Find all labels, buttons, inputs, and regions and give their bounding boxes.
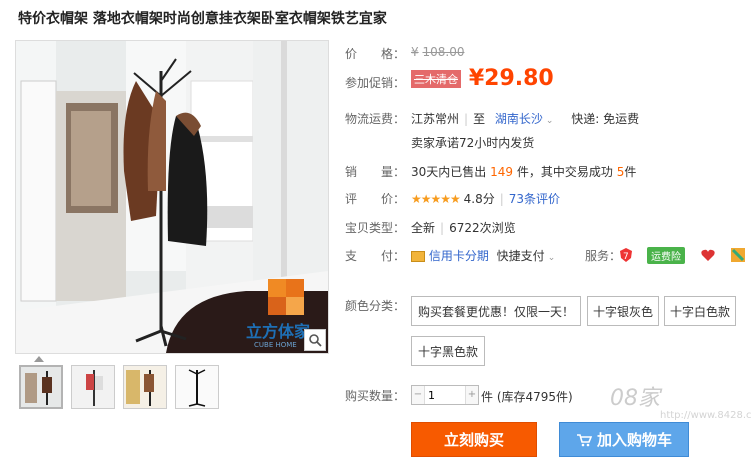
current-price: 29.80 <box>484 66 554 91</box>
type-info: 全新 | 6722次浏览 <box>411 221 516 235</box>
guarantee-icon[interactable]: 7 <box>618 247 634 266</box>
cube-logo <box>268 279 304 315</box>
badge-icon[interactable] <box>730 247 746 266</box>
stock-info: 件 (库存4795件) <box>481 390 573 404</box>
svg-text:7: 7 <box>623 252 629 262</box>
color-label: 颜色分类： <box>345 299 406 313</box>
zoom-icon[interactable] <box>304 329 326 351</box>
product-title: 特价衣帽架 落地衣帽架时尚创意挂衣架卧室衣帽架铁艺宜家 <box>18 11 387 27</box>
thumbnail-1[interactable] <box>19 365 63 409</box>
buy-now-button[interactable]: 立刻购买 <box>411 422 537 457</box>
svg-text:立方体家: 立方体家 <box>246 322 311 341</box>
rating-score: 4.8分 <box>463 192 495 206</box>
quantity-stepper: − + <box>411 385 479 405</box>
chevron-down-icon[interactable]: ⌄ <box>546 116 554 126</box>
shipping-promise: 卖家承诺72小时内发货 <box>411 136 535 150</box>
cart-icon <box>576 433 592 446</box>
color-option-silver[interactable]: 十字银灰色 <box>587 296 659 326</box>
credit-card-icon <box>411 251 425 262</box>
promo-price: 三木清仓 ¥29.80 <box>411 66 554 91</box>
sales-count: 149 <box>490 165 514 179</box>
heart-icon[interactable] <box>700 247 716 266</box>
original-price: ¥ 108.00 <box>411 45 465 59</box>
thumbnail-pointer-icon <box>34 356 44 362</box>
rating-stars: ★★★★★ <box>411 192 461 206</box>
thumbnail-4[interactable] <box>175 365 219 409</box>
quantity-input[interactable] <box>425 386 466 404</box>
quantity-label: 购买数量： <box>345 389 406 403</box>
chevron-down-icon[interactable]: ⌄ <box>548 253 556 263</box>
service-label: 服务： <box>585 249 622 263</box>
sales-info: 30天内已售出 149 件，其中交易成功 5件 <box>411 165 637 179</box>
watermark-url: http://www.8428.com <box>660 410 752 421</box>
main-product-image[interactable]: 立方体家 CUBE HOME <box>15 40 329 354</box>
thumbnail-3[interactable] <box>123 365 167 409</box>
rating-label: 评 价： <box>345 192 406 206</box>
shipping-info: 江苏常州 | 至 湖南长沙 ⌄ 快递: 免运费 <box>411 112 640 126</box>
rating-info: ★★★★★ 4.8分 | 73条评价 <box>411 192 561 206</box>
decrease-button[interactable]: − <box>412 386 425 404</box>
shipping-label: 物流运费： <box>345 112 406 126</box>
type-label: 宝贝类型： <box>345 221 406 235</box>
payment-label: 支 付： <box>345 249 406 263</box>
sales-label: 销 量： <box>345 165 406 179</box>
color-option-black[interactable]: 十字黑色款 <box>411 336 485 366</box>
freight-insurance-badge[interactable]: 运费险 <box>647 247 685 264</box>
payment-info: 信用卡分期 快捷支付 ⌄ <box>411 247 555 264</box>
thumbnail-2[interactable] <box>71 365 115 409</box>
quick-pay-link[interactable]: 快捷支付 <box>497 249 545 263</box>
add-to-cart-button[interactable]: 加入购物车 <box>559 422 689 457</box>
reviews-link[interactable]: 73条评价 <box>509 192 560 206</box>
watermark: 08家 <box>610 386 660 411</box>
credit-installment-link[interactable]: 信用卡分期 <box>429 249 489 263</box>
promo-label: 参加促销： <box>345 76 406 90</box>
svg-text:CUBE HOME: CUBE HOME <box>254 341 297 349</box>
destination-select[interactable]: 湖南长沙 <box>495 112 543 126</box>
increase-button[interactable]: + <box>465 386 478 404</box>
price-label: 价 格： <box>345 47 406 61</box>
promo-tag: 三木清仓 <box>411 69 461 88</box>
color-option-white[interactable]: 十字白色款 <box>664 296 736 326</box>
color-option-package[interactable]: 购买套餐更优惠！仅限一天！ <box>411 296 581 326</box>
coat-rack-photo: 立方体家 CUBE HOME <box>16 41 328 353</box>
